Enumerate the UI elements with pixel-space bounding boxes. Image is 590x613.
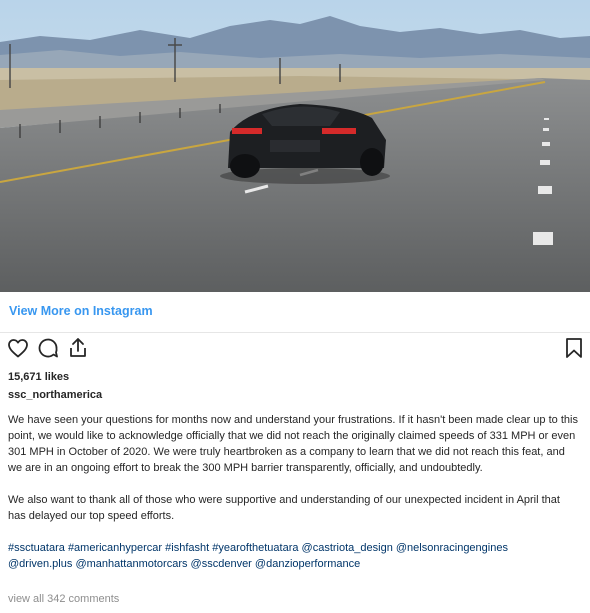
caption-paragraph: We also want to thank all of those who w… — [8, 494, 560, 522]
mention-link[interactable]: @manhattanmotorcars — [75, 558, 187, 570]
hashtag-link[interactable]: #ishfasht — [165, 542, 209, 554]
action-bar — [0, 336, 590, 362]
mention-link[interactable]: @driven.plus — [8, 558, 72, 570]
hashtag-link[interactable]: #ssctuatara — [8, 542, 65, 554]
car-on-highway-photo — [0, 0, 590, 292]
likes-count[interactable]: 15,671 likes — [8, 371, 69, 383]
post-caption: We have seen your questions for months n… — [8, 412, 580, 572]
view-more-link[interactable]: View More on Instagram — [9, 304, 153, 318]
mention-link[interactable]: @danzioperformance — [255, 558, 360, 570]
hashtag-link[interactable]: #americanhypercar — [68, 542, 162, 554]
post-image[interactable] — [0, 0, 590, 292]
mention-link[interactable]: @nelsonracingengines — [396, 542, 508, 554]
comment-bubble-icon[interactable] — [36, 336, 60, 365]
hashtag-list: #ssctuatara #americanhypercar #ishfasht … — [8, 540, 580, 572]
view-comments-link[interactable]: view all 342 comments — [8, 593, 119, 605]
mention-link[interactable]: @castriota_design — [302, 542, 393, 554]
hashtag-link[interactable]: #yearofthetuatara — [212, 542, 298, 554]
caption-paragraph: We have seen your questions for months n… — [8, 414, 578, 474]
view-more-bar: View More on Instagram — [0, 292, 590, 333]
mention-link[interactable]: @sscdenver — [191, 558, 252, 570]
heart-icon[interactable] — [6, 336, 30, 365]
username-link[interactable]: ssc_northamerica — [8, 389, 102, 401]
share-icon[interactable] — [66, 336, 90, 365]
bookmark-icon[interactable] — [562, 336, 586, 365]
